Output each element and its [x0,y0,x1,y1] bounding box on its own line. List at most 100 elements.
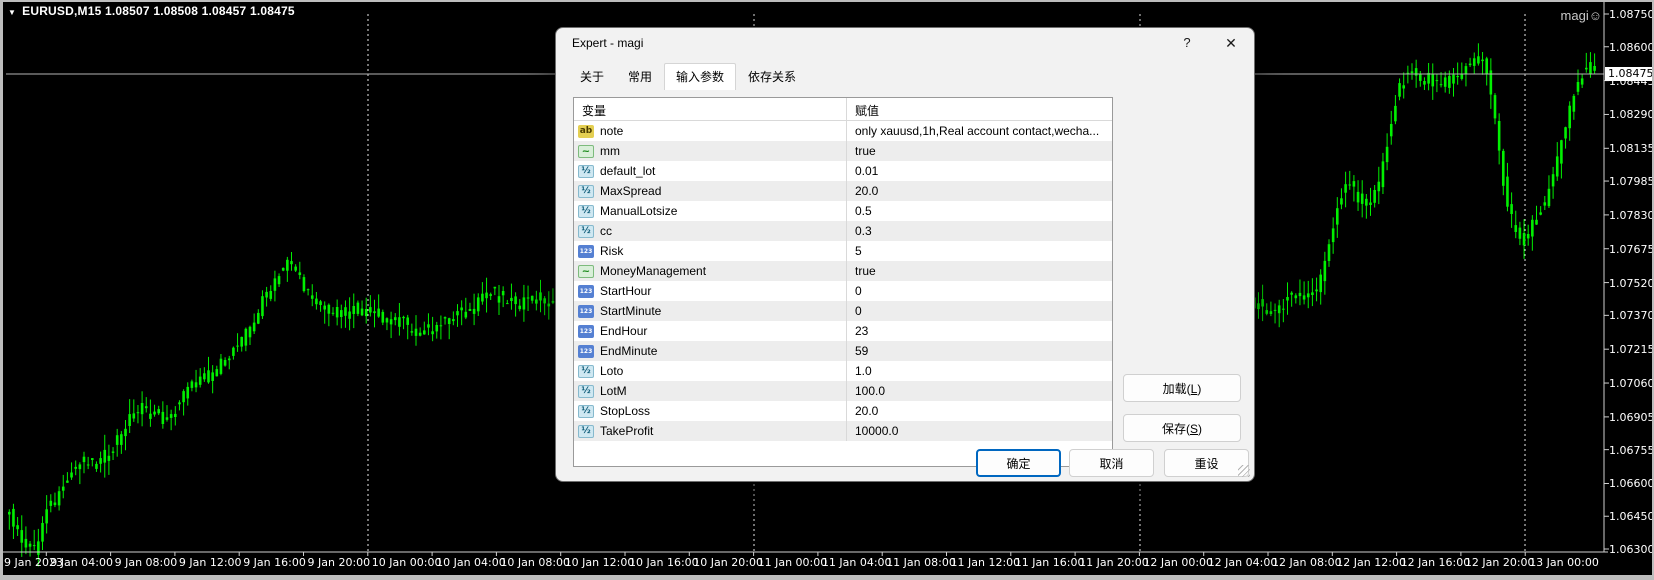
param-name-cell: ½ cc [574,221,847,241]
param-name: StartHour [600,284,652,298]
time-axis-label: 11 Jan 04:00 [821,556,892,569]
time-axis[interactable]: 9 Jan 2023 9 Jan 04:00 9 Jan 08:00 9 Jan 12… [0,556,1654,572]
table-row[interactable]: ½ ManualLotsize 0.5 [574,201,1112,221]
table-row[interactable]: 123 EndMinute 59 [574,341,1112,361]
time-axis-label: 9 Jan 08:00 [114,556,178,569]
tab-inputs[interactable]: 输入参数 [664,63,737,90]
int-type-icon: 123 [578,304,594,318]
price-axis-label: 1.06755 [1609,443,1654,457]
table-row[interactable]: 123 EndHour 23 [574,321,1112,341]
param-value[interactable]: 23 [847,321,1112,341]
bid-price-tag: 1.08475 [1605,67,1654,81]
time-axis-label: 9 Jan 16:00 [243,556,306,569]
param-value[interactable]: 0.3 [847,221,1112,241]
table-row[interactable]: 123 StartMinute 0 [574,301,1112,321]
table-row[interactable]: ~ mm true [574,141,1112,161]
param-value[interactable]: 0.01 [847,161,1112,181]
price-axis-label: 1.06450 [1609,510,1654,524]
time-axis-label: 10 Jan 00:00 [371,556,442,569]
price-axis-label: 1.07060 [1609,377,1654,391]
param-value[interactable]: 1.0 [847,361,1112,381]
time-axis-label: 12 Jan 16:00 [1400,556,1471,569]
param-name-cell: ½ TakeProfit [574,421,847,441]
param-value[interactable]: 20.0 [847,401,1112,421]
param-name-cell: 123 StartMinute [574,301,847,321]
param-value[interactable]: true [847,261,1112,281]
tab-bar: 关于 常用 输入参数 依存关系 [568,63,808,90]
param-value[interactable]: 5 [847,241,1112,261]
param-name: EndHour [600,324,648,338]
time-axis-label: 10 Jan 20:00 [693,556,763,569]
load-button[interactable]: 加载(L) [1123,374,1241,402]
param-name-cell: 123 Risk [574,241,847,261]
price-axis-label: 1.06600 [1609,477,1654,491]
dec-type-icon: ½ [578,224,594,238]
table-row[interactable]: ab note only xauusd,1h,Real account contac… [574,121,1112,141]
param-value[interactable]: 100.0 [847,381,1112,401]
param-value[interactable]: 0 [847,281,1112,301]
time-axis-label: 10 Jan 08:00 [500,556,571,569]
tab-dependencies[interactable]: 依存关系 [736,63,808,90]
tab-common[interactable]: 常用 [616,63,664,90]
table-row[interactable]: ½ MaxSpread 20.0 [574,181,1112,201]
expert-properties-dialog: Expert - magi ? ✕ 关于 常用 输入参数 依存关系 变量 赋值 ab n… [555,27,1255,482]
save-button[interactable]: 保存(S) [1123,414,1241,442]
param-name: LotM [600,384,627,398]
time-axis-label: 10 Jan 12:00 [564,556,635,569]
param-value[interactable]: 0 [847,301,1112,321]
param-name: mm [600,144,620,158]
param-name: EndMinute [600,344,658,358]
table-header-row: 变量 赋值 [574,98,1112,121]
param-value[interactable]: 10000.0 [847,421,1112,441]
table-row[interactable]: 123 StartHour 0 [574,281,1112,301]
expert-watermark-text: magi [1560,8,1589,23]
bool-type-icon: ~ [578,264,594,278]
ab-type-icon: ab [578,124,594,138]
dec-type-icon: ½ [578,384,594,398]
time-axis-label: 9 Jan 12:00 [178,556,242,569]
table-row[interactable]: ½ TakeProfit 10000.0 [574,421,1112,441]
time-axis-label: 9 Jan 20:00 [307,556,371,569]
dialog-title: Expert - magi [572,36,644,50]
chevron-down-icon[interactable]: ▼ [8,8,16,17]
close-icon[interactable]: ✕ [1216,28,1246,58]
price-axis-label: 1.07215 [1609,343,1654,357]
reset-button[interactable]: 重设 [1164,449,1249,477]
price-axis-label: 1.07985 [1609,175,1654,189]
help-button[interactable]: ? [1172,28,1202,58]
param-name: Risk [600,244,624,258]
resize-grip[interactable] [1238,465,1250,477]
time-axis-label: 11 Jan 16:00 [1014,556,1085,569]
symbol-ohlc-line[interactable]: ▼ EURUSD,M15 1.08507 1.08508 1.08457 1.0… [8,4,295,18]
param-value[interactable]: 20.0 [847,181,1112,201]
price-axis-label: 1.07370 [1609,309,1654,323]
table-row[interactable]: ½ default_lot 0.01 [574,161,1112,181]
price-axis-label: 1.08290 [1609,108,1654,122]
dec-type-icon: ½ [578,164,594,178]
cancel-button[interactable]: 取消 [1069,449,1154,477]
param-value[interactable]: 59 [847,341,1112,361]
param-value[interactable]: 0.5 [847,201,1112,221]
param-name-cell: ab note [574,121,847,141]
dialog-titlebar[interactable]: Expert - magi ? ✕ [556,28,1254,58]
table-row[interactable]: ~ MoneyManagement true [574,261,1112,281]
tab-about[interactable]: 关于 [568,63,616,90]
price-axis-label: 1.08750 [1609,8,1654,21]
time-axis-label: 11 Jan 12:00 [950,556,1021,569]
param-value[interactable]: only xauusd,1h,Real account contact,wech… [847,121,1112,141]
price-axis[interactable]: 1.08750 1.08600 1.08445 1.08290 1.08135 1.079… [1609,0,1654,556]
param-name: default_lot [600,164,656,178]
param-value[interactable]: true [847,141,1112,161]
table-row[interactable]: 123 Risk 5 [574,241,1112,261]
expert-watermark: magi☺ [1540,8,1602,23]
time-axis-label: 11 Jan 20:00 [1079,556,1149,569]
parameter-table[interactable]: 变量 赋值 ab note only xauusd,1h,Real account … [573,97,1113,467]
param-name: MoneyManagement [600,264,707,278]
ok-button[interactable]: 确定 [976,449,1061,477]
price-axis-label: 1.07520 [1609,276,1654,290]
table-row[interactable]: ½ LotM 100.0 [574,381,1112,401]
table-row[interactable]: ½ cc 0.3 [574,221,1112,241]
param-name-cell: 123 EndMinute [574,341,847,361]
table-row[interactable]: ½ StopLoss 20.0 [574,401,1112,421]
table-row[interactable]: ½ Loto 1.0 [574,361,1112,381]
